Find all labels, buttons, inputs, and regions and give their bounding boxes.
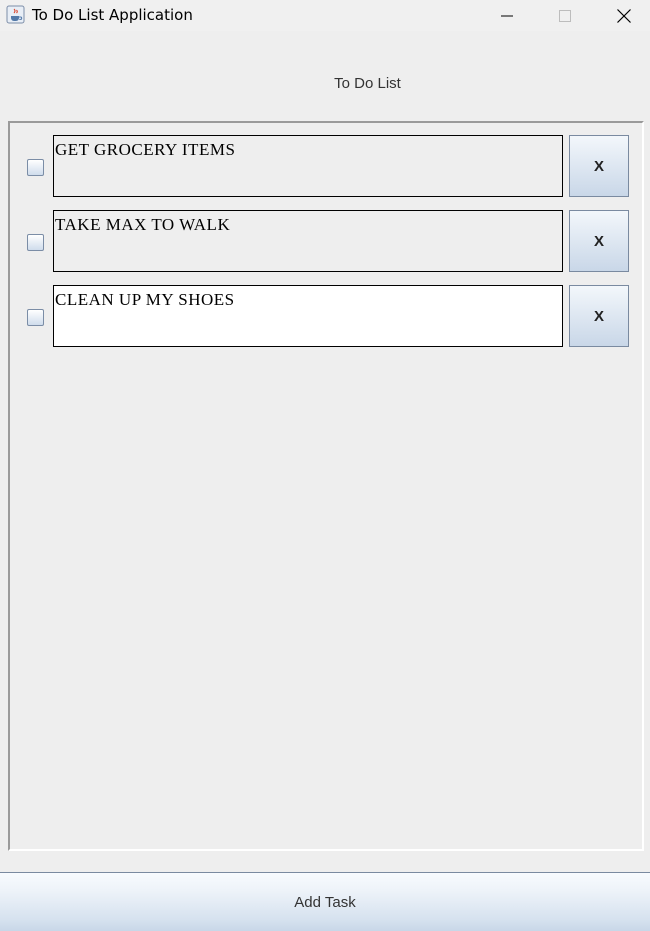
delete-task-button[interactable]: X <box>569 210 629 272</box>
task-text-field[interactable]: CLEAN UP MY SHOES <box>53 285 563 347</box>
maximize-button[interactable] <box>542 0 588 31</box>
page-title: To Do List <box>334 75 401 92</box>
task-row: GET GROCERY ITEMS X <box>10 135 642 197</box>
task-text-field[interactable]: GET GROCERY ITEMS <box>53 135 563 197</box>
close-icon <box>617 8 631 23</box>
close-window-button[interactable] <box>601 0 647 31</box>
delete-task-button[interactable]: X <box>569 135 629 197</box>
task-list-panel: GET GROCERY ITEMS X TAKE MAX TO WALK X C… <box>8 121 644 851</box>
task-row: TAKE MAX TO WALK X <box>10 210 642 272</box>
app-window: To Do List Application To Do List GET GR… <box>0 0 650 931</box>
minimize-button[interactable] <box>484 0 530 31</box>
task-checkbox[interactable] <box>27 159 44 176</box>
title-bar[interactable]: To Do List Application <box>0 0 650 31</box>
task-checkbox[interactable] <box>27 309 44 326</box>
add-task-button[interactable]: Add Task <box>0 872 650 931</box>
window-title: To Do List Application <box>32 6 193 24</box>
delete-task-button[interactable]: X <box>569 285 629 347</box>
minimize-icon <box>501 15 513 16</box>
java-cup-icon <box>6 5 25 24</box>
maximize-icon <box>559 9 571 22</box>
task-row: CLEAN UP MY SHOES X <box>10 285 642 347</box>
task-text-field[interactable]: TAKE MAX TO WALK <box>53 210 563 272</box>
task-checkbox[interactable] <box>27 234 44 251</box>
